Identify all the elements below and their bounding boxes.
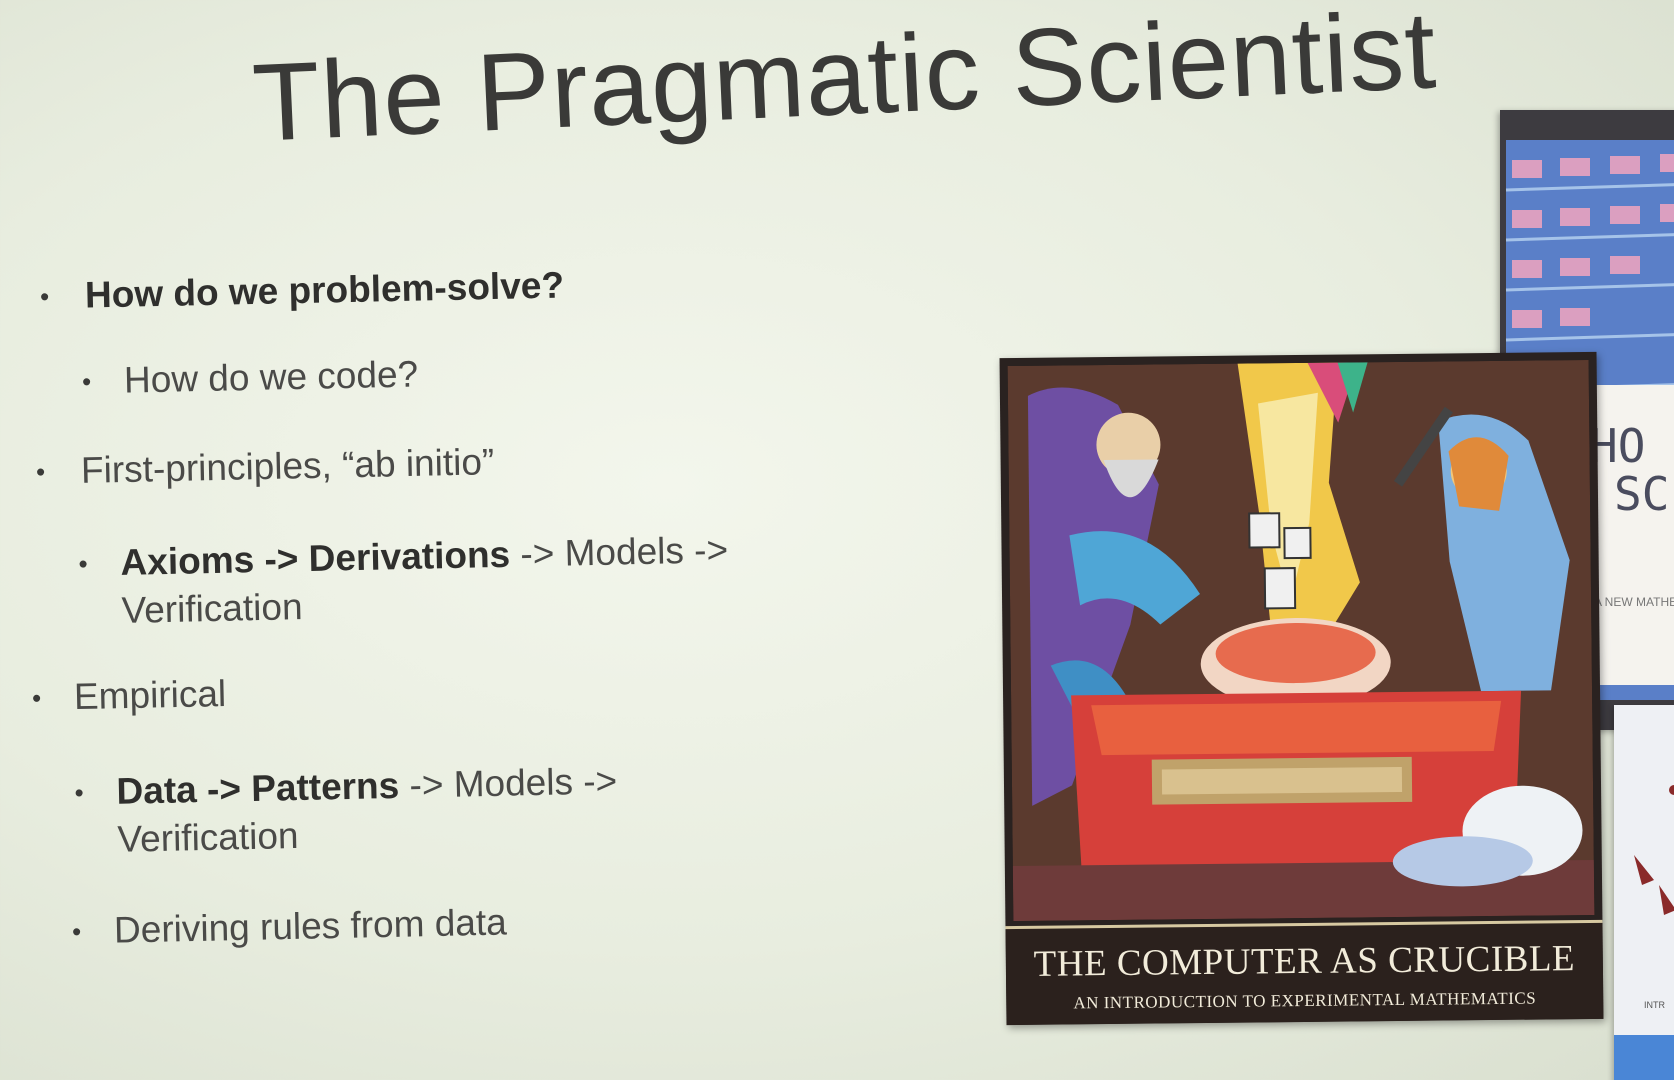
bullet-text-line2: Verification bbox=[117, 815, 299, 860]
bullet-dot-icon: • bbox=[31, 682, 42, 714]
bullet-dot-icon: • bbox=[78, 548, 88, 579]
bullet-text: First-principles, “ab initio” bbox=[80, 441, 495, 491]
book-back-title-fragment: HO bbox=[1590, 419, 1646, 473]
bullet-item: • How do we problem-solve? bbox=[40, 265, 565, 318]
bullet-item: • First-principles, “ab initio” bbox=[36, 441, 495, 493]
bullet-text: Deriving rules from data bbox=[113, 901, 508, 951]
bullet-text: How do we code? bbox=[123, 353, 419, 401]
book-back-subtitle: A NEW MATHEM bbox=[1594, 595, 1674, 609]
book-title-band: THE COMPUTER AS CRUCIBLE AN INTRODUCTION… bbox=[1005, 919, 1604, 1026]
book-cover-right: INTR bbox=[1614, 705, 1674, 1080]
bullet-item: • How do we code? bbox=[82, 353, 419, 402]
book-back-title-fragment: SC bbox=[1614, 467, 1670, 521]
bullet-dot-icon: • bbox=[74, 777, 84, 808]
presentation-slide: The Pragmatic Scientist • How do we prob… bbox=[0, 0, 1674, 1080]
bullet-dot-icon: • bbox=[35, 456, 46, 487]
bullet-strong: How do we problem-solve? bbox=[84, 264, 565, 316]
book-cover-illustration bbox=[1007, 359, 1595, 922]
bullet-strong: Data -> Patterns bbox=[116, 764, 400, 812]
book-title: THE COMPUTER AS CRUCIBLE bbox=[1033, 938, 1576, 985]
bullet-strong: Axioms -> Derivations bbox=[120, 533, 511, 583]
bullet-dot-icon: • bbox=[71, 916, 82, 947]
bullet-dot-icon: • bbox=[81, 366, 92, 397]
book-subtitle: AN INTRODUCTION TO EXPERIMENTAL MATHEMAT… bbox=[1073, 988, 1537, 1013]
bullet-item: • Deriving rules from data bbox=[72, 901, 508, 952]
book-cover-main: THE COMPUTER AS CRUCIBLE AN INTRODUCTION… bbox=[999, 351, 1604, 1026]
bullet-dot-icon: • bbox=[39, 281, 50, 312]
bullet-text: -> Models -> bbox=[509, 529, 729, 575]
book-right-text: INTR bbox=[1644, 1000, 1665, 1010]
bullet-text-line2: Verification bbox=[121, 586, 303, 631]
bullet-item: • Empirical bbox=[32, 673, 227, 719]
book-right-art bbox=[1614, 705, 1674, 1080]
bullet-list: • How do we problem-solve? • How do we c… bbox=[0, 0, 900, 1080]
bullet-item: • Data -> Patterns -> Models -> Verifica… bbox=[74, 760, 619, 861]
bullet-item: • Axioms -> Derivations -> Models -> Ver… bbox=[78, 529, 729, 633]
bullet-text: -> Models -> bbox=[398, 760, 618, 806]
bullet-text: Empirical bbox=[73, 672, 227, 718]
